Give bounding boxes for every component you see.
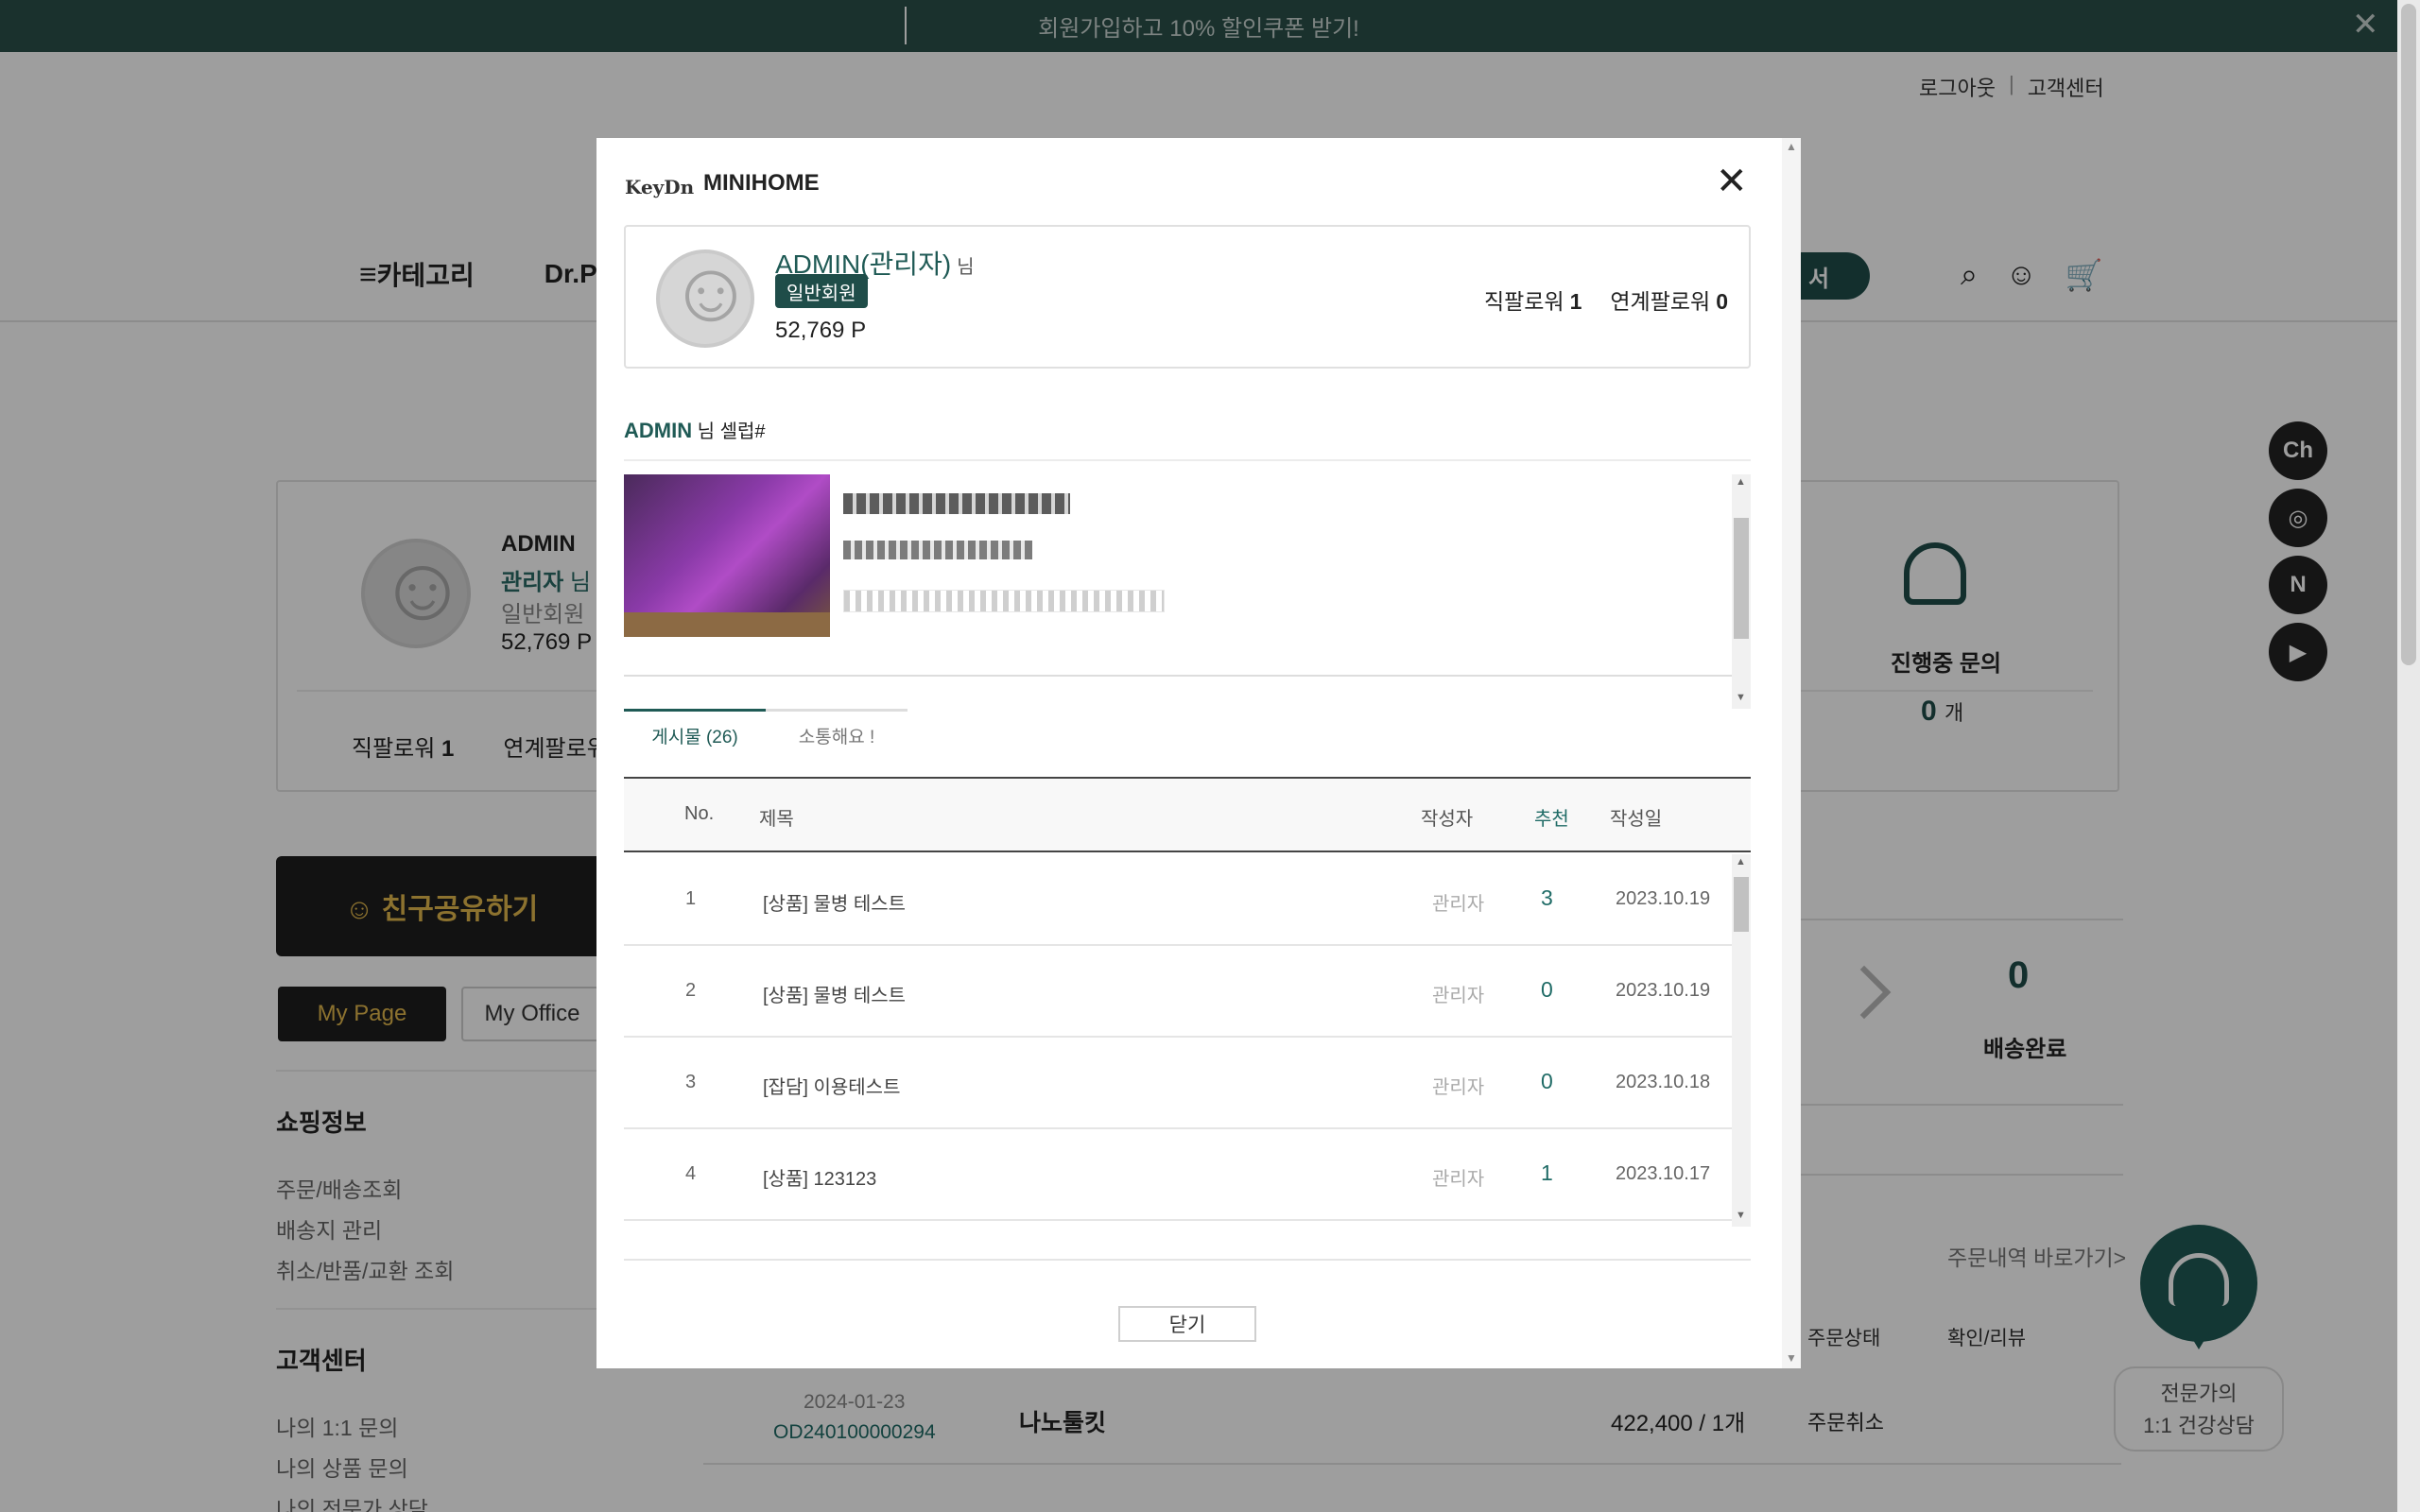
row-recommend: 0 [1541,1069,1553,1093]
scroll-down-icon[interactable]: ▼ [1786,1351,1797,1365]
scrollbar-thumb[interactable] [1734,877,1749,932]
col-date: 작성일 [1610,809,1663,830]
direct-follower-label: 직팔로워 [1483,289,1564,314]
scroll-up-icon[interactable]: ▲ [1786,140,1797,153]
row-date: 2023.10.17 [1616,1163,1711,1184]
direct-follower[interactable]: 직팔로워 1 [1484,284,1582,316]
board-table-header: No. 제목 작성자 추천 작성일 [624,777,1751,852]
celeb-heading: ADMIN 님 셀럽# [624,416,766,443]
col-author: 작성자 [1421,809,1474,830]
row-no: 4 [685,1163,697,1184]
row-author: 관리자 [1432,894,1485,915]
table-row[interactable]: 2 [상품] 물병 테스트 관리자 0 2023.10.19 [624,946,1732,1038]
table-row[interactable]: 1 [상품] 물병 테스트 관리자 3 2023.10.19 [624,854,1732,946]
brand-logo: KeyDn [625,176,695,198]
board-table-body: 1 [상품] 물병 테스트 관리자 3 2023.10.19 2 [상품] 물병… [624,854,1751,1227]
linked-follower[interactable]: 연계팔로워 0 [1610,284,1728,316]
celeb-suffix: 님 셀럽# [697,421,766,442]
row-title[interactable]: [잡담] 이용테스트 [763,1072,900,1099]
scroll-down-icon[interactable]: ▼ [1736,692,1746,703]
row-author: 관리자 [1432,1077,1485,1098]
scroll-up-icon[interactable]: ▲ [1736,476,1746,488]
row-author: 관리자 [1432,1169,1485,1190]
col-title: 제목 [759,809,794,830]
product-tags-blurred [843,590,1165,612]
smiley-icon: ☺ [667,249,754,339]
row-recommend: 0 [1541,977,1553,1002]
minihome-modal: KeyDn MINIHOME ✕ ☺ ADMIN(관리자) 님 일반회원 52,7… [596,138,1801,1368]
row-no: 3 [685,1072,697,1092]
page-scrollbar-thumb[interactable] [2401,4,2416,665]
avatar: ☺ [656,249,754,348]
linked-follower-count: 0 [1716,289,1728,314]
page-scrollbar[interactable] [2397,0,2420,1512]
close-icon[interactable]: ✕ [1716,161,1748,202]
row-title[interactable]: [상품] 123123 [763,1163,876,1191]
col-no: No. [684,803,715,824]
table-row[interactable]: 4 [상품] 123123 관리자 1 2023.10.17 [624,1129,1732,1221]
tab-posts[interactable]: 게시물 (26) [624,709,766,760]
row-recommend: 3 [1541,885,1553,910]
scroll-down-icon[interactable]: ▼ [1736,1210,1746,1221]
section-divider [624,459,1751,461]
modal-title: MINIHOME [703,170,820,196]
minihome-follow: 직팔로워 1 연계팔로워 0 [1484,284,1728,316]
minihome-name-suffix: 님 [957,257,975,278]
direct-follower-count: 1 [1569,289,1582,314]
grade-badge: 일반회원 [775,274,868,308]
table-scrollbar[interactable]: ▲ ▼ [1732,854,1751,1227]
featured-product[interactable]: ▲ ▼ [624,474,1751,709]
minihome-point: 52,769 P [775,318,867,343]
table-row[interactable]: 3 [잡담] 이용테스트 관리자 0 2023.10.18 [624,1038,1732,1129]
row-title[interactable]: [상품] 물병 테스트 [763,980,906,1007]
product-price-blurred [843,541,1032,559]
product-divider [624,675,1736,677]
minihome-profile-card: ☺ ADMIN(관리자) 님 일반회원 52,769 P 직팔로워 1 연계팔로워 0 [624,225,1751,369]
row-date: 2023.10.19 [1616,888,1711,909]
row-date: 2023.10.19 [1616,980,1711,1001]
modal-scrollbar[interactable]: ▲ ▼ [1782,138,1801,1368]
board-tabs: 게시물 (26) 소통해요 ! [624,709,908,760]
scrollbar-thumb[interactable] [1734,518,1749,639]
row-date: 2023.10.18 [1616,1072,1711,1092]
product-title-blurred [843,493,1070,514]
row-no: 2 [685,980,697,1001]
scroll-up-icon[interactable]: ▲ [1736,856,1746,868]
row-author: 관리자 [1432,986,1485,1006]
row-recommend: 1 [1541,1160,1553,1185]
celeb-name: ADMIN [624,419,693,442]
row-title[interactable]: [상품] 물병 테스트 [763,888,906,916]
row-no: 1 [685,888,697,909]
product-image[interactable] [624,474,830,637]
product-scrollbar[interactable]: ▲ ▼ [1732,474,1751,709]
linked-follower-label: 연계팔로워 [1610,289,1711,314]
tab-community[interactable]: 소통해요 ! [766,709,908,760]
close-button[interactable]: 닫기 [1118,1306,1256,1342]
modal-divider [624,1259,1751,1261]
col-recommend[interactable]: 추천 [1534,803,1569,831]
